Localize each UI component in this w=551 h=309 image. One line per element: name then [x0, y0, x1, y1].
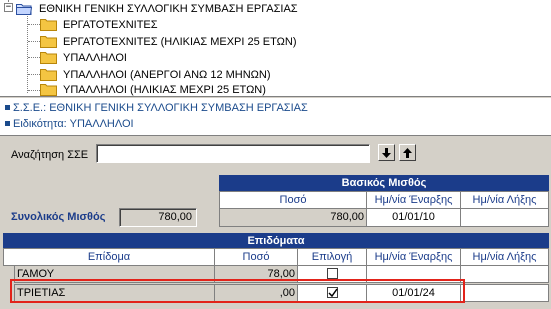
- allowance-row-select[interactable]: [297, 265, 367, 283]
- sse-tree-view[interactable]: − ΕΘΝΙΚΗ ΓΕΝΙΚΗ ΣΥΛΛΟΓΙΚΗ ΣΥΜΒΑΣΗ ΕΡΓΑΣΙ…: [0, 0, 551, 97]
- selection-info-panel: Σ.Σ.Ε.: ΕΘΝΙΚΗ ΓΕΝΙΚΗ ΣΥΛΛΟΓΙΚΗ ΣΥΜΒΑΣΗ …: [0, 98, 551, 136]
- info-specialty: Ειδικότητα: ΥΠΑΛΛΗΛΟΙ: [5, 118, 134, 130]
- allowances-col-start: Ημ/νία Έναρξης: [366, 248, 461, 266]
- tree-item-label: ΥΠΑΛΛΗΛΟΙ (ΗΛΙΚΙΑΣ ΜΕΧΡΙ 25 ΕΤΩΝ): [63, 83, 266, 96]
- folder-open-icon: [16, 4, 33, 15]
- search-up-button[interactable]: [399, 144, 416, 161]
- allowance-row-name[interactable]: ΓΑΜΟΥ: [14, 265, 215, 283]
- allowance-checkbox[interactable]: [326, 287, 338, 298]
- info-sse: Σ.Σ.Ε.: ΕΘΝΙΚΗ ΓΕΝΙΚΗ ΣΥΛΛΟΓΙΚΗ ΣΥΜΒΑΣΗ …: [5, 102, 308, 114]
- allowances-col-end: Ημ/νία Λήξης: [460, 248, 549, 266]
- tree-root-item[interactable]: ΕΘΝΙΚΗ ΓΕΝΙΚΗ ΣΥΛΛΟΓΙΚΗ ΣΥΜΒΑΣΗ ΕΡΓΑΣΙΑΣ: [16, 0, 300, 17]
- checkmark-icon: [327, 288, 338, 298]
- allowance-row-end[interactable]: [460, 265, 549, 283]
- allowance-row-start[interactable]: [366, 265, 461, 283]
- allowance-row-name[interactable]: ΤΡΙΕΤΙΑΣ: [14, 284, 215, 302]
- allowances-col-name: Επίδομα: [3, 248, 215, 266]
- folder-icon: [40, 69, 57, 81]
- tree-item[interactable]: ΕΡΓΑΤΟΤΕΧΝΙΤΕΣ: [40, 16, 160, 33]
- search-label: Αναζήτηση ΣΣΕ: [11, 149, 89, 161]
- tree-item-label: ΥΠΑΛΛΗΛΟΙ (ΑΝΕΡΓΟΙ ΑΝΩ 12 ΜΗΝΩΝ): [63, 68, 271, 81]
- allowances-header: Επιδόματα: [3, 233, 549, 249]
- folder-icon: [40, 19, 57, 31]
- allowance-row-select[interactable]: [297, 284, 367, 302]
- basic-salary-col-amount: Ποσό: [219, 191, 367, 209]
- info-sse-text: Σ.Σ.Ε.: ΕΘΝΙΚΗ ΓΕΝΙΚΗ ΣΥΛΛΟΓΙΚΗ ΣΥΜΒΑΣΗ …: [13, 102, 308, 114]
- allowances-col-amount: Ποσό: [214, 248, 298, 266]
- tree-item[interactable]: ΥΠΑΛΛΗΛΟΙ: [40, 49, 129, 66]
- bullet-icon: [5, 105, 10, 110]
- basic-salary-header: Βασικός Μισθός: [219, 175, 549, 192]
- basic-salary-end[interactable]: [460, 208, 549, 227]
- tree-item-label: ΕΡΓΑΤΟΤΕΧΝΙΤΕΣ: [63, 18, 158, 31]
- tree-item-label: ΥΠΑΛΛΗΛΟΙ: [63, 51, 127, 64]
- search-input[interactable]: [96, 144, 370, 163]
- allowances-col-select: Επιλογή: [297, 248, 367, 266]
- bullet-icon: [5, 121, 10, 126]
- basic-salary-amount[interactable]: 780,00: [219, 208, 367, 227]
- tree-item-label: ΕΡΓΑΤΟΤΕΧΝΙΤΕΣ (ΗΛΙΚΙΑΣ ΜΕΧΡΙ 25 ΕΤΩΝ): [63, 35, 297, 48]
- allowance-row-start[interactable]: 01/01/24: [366, 284, 461, 302]
- collapse-expander[interactable]: −: [4, 3, 13, 12]
- basic-salary-col-end: Ημ/νία Λήξης: [460, 191, 549, 209]
- basic-salary-col-start: Ημ/νία Έναρξης: [366, 191, 461, 209]
- folder-icon: [40, 36, 57, 48]
- allowance-checkbox[interactable]: [326, 268, 338, 279]
- allowance-row-amount[interactable]: ,00: [214, 284, 298, 302]
- total-salary-label: Συνολικός Μισθός: [11, 211, 106, 223]
- allowance-row-amount[interactable]: 78,00: [214, 265, 298, 283]
- folder-icon: [40, 84, 57, 96]
- arrow-down-icon: [382, 147, 391, 158]
- tree-item[interactable]: ΥΠΑΛΛΗΛΟΙ (ΗΛΙΚΙΑΣ ΜΕΧΡΙ 25 ΕΤΩΝ): [40, 81, 268, 98]
- tree-item[interactable]: ΕΡΓΑΤΟΤΕΧΝΙΤΕΣ (ΗΛΙΚΙΑΣ ΜΕΧΡΙ 25 ΕΤΩΝ): [40, 33, 299, 50]
- folder-icon: [40, 52, 57, 64]
- search-down-button[interactable]: [378, 144, 395, 161]
- tree-root-label: ΕΘΝΙΚΗ ΓΕΝΙΚΗ ΣΥΛΛΟΓΙΚΗ ΣΥΜΒΑΣΗ ΕΡΓΑΣΙΑΣ: [37, 2, 300, 15]
- allowance-row-end[interactable]: [460, 284, 549, 302]
- arrow-up-icon: [403, 147, 412, 158]
- basic-salary-start[interactable]: 01/01/10: [366, 208, 461, 227]
- total-salary-value: 780,00: [119, 208, 197, 227]
- info-specialty-text: Ειδικότητα: ΥΠΑΛΛΗΛΟΙ: [13, 118, 134, 130]
